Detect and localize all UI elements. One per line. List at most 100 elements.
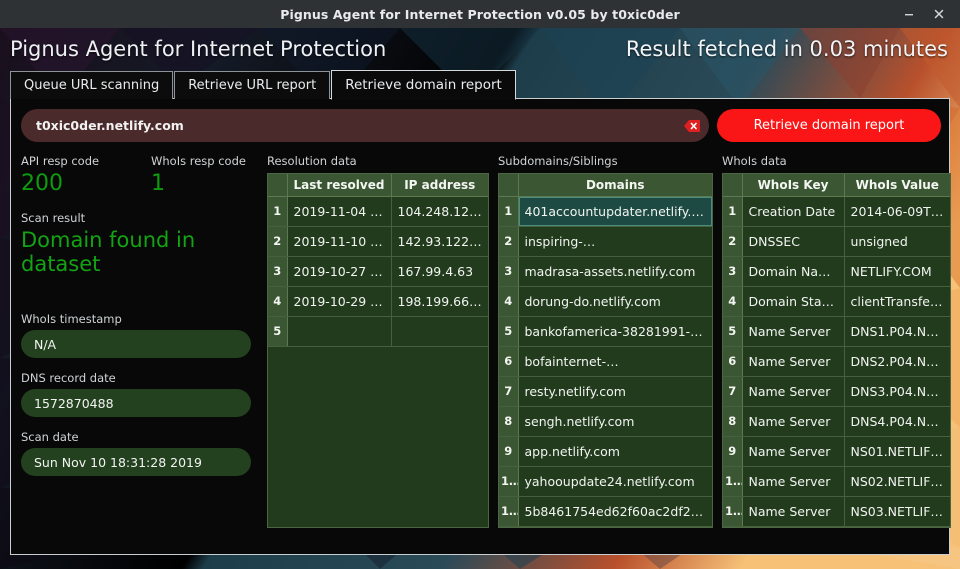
- row-index: 7: [499, 376, 519, 407]
- cell-ip-address[interactable]: 142.93.122.177: [391, 226, 488, 257]
- cell-whois-key[interactable]: Creation Date: [742, 196, 845, 227]
- subdomains-table-frame[interactable]: Domains 1 401accountupdater.netlify.com 2 i…: [498, 173, 713, 528]
- table-row[interactable]: 9 Name Server NS01.NETLIF…: [723, 436, 950, 467]
- table-row[interactable]: 8 Name Server DNS4.P04.NS…: [723, 406, 950, 437]
- table-row[interactable]: 7 Name Server DNS3.P04.NS…: [723, 376, 950, 407]
- table-row[interactable]: 2 2019-11-10 … 142.93.122.177: [268, 226, 488, 257]
- cell-last-resolved[interactable]: [287, 316, 392, 347]
- clear-tag-icon[interactable]: [683, 117, 701, 135]
- row-index: 2: [723, 226, 743, 257]
- column-header-domains[interactable]: Domains: [518, 174, 712, 197]
- table-row[interactable]: 6 Name Server DNS2.P04.NS…: [723, 346, 950, 377]
- table-row[interactable]: 7 resty.netlify.com: [499, 376, 712, 407]
- cell-whois-key[interactable]: Name Server: [742, 436, 845, 467]
- row-index: 5: [499, 316, 519, 347]
- column-header-whois-value[interactable]: WhoIs Value: [844, 174, 950, 197]
- whois-data-table-frame[interactable]: WhoIs Key WhoIs Value 1 Creation Date 2014…: [722, 173, 951, 528]
- row-index: 7: [723, 376, 743, 407]
- cell-ip-address[interactable]: [391, 316, 488, 347]
- cell-ip-address[interactable]: 198.199.66.189: [391, 286, 488, 317]
- table-row[interactable]: 10 Name Server NS02.NETLIF…: [723, 466, 950, 497]
- cell-domain[interactable]: sengh.netlify.com: [518, 406, 712, 437]
- cell-whois-key[interactable]: Name Server: [742, 376, 845, 407]
- api-resp-code-value: 200: [21, 171, 63, 196]
- tab-queue-url-scanning[interactable]: Queue URL scanning: [10, 71, 174, 99]
- cell-whois-key[interactable]: Name Server: [742, 496, 845, 527]
- cell-whois-value[interactable]: unsigned: [844, 226, 950, 257]
- table-row[interactable]: 2 DNSSEC unsigned: [723, 226, 950, 257]
- cell-whois-key[interactable]: DNSSEC: [742, 226, 845, 257]
- cell-domain[interactable]: bofainternet-…: [518, 346, 712, 377]
- cell-domain[interactable]: inspiring-…: [518, 226, 712, 257]
- domain-search-field[interactable]: [21, 109, 709, 142]
- table-row[interactable]: 6 bofainternet-…: [499, 346, 712, 377]
- table-row[interactable]: 5 Name Server DNS1.P04.NS…: [723, 316, 950, 347]
- search-input[interactable]: [36, 109, 683, 142]
- cell-whois-key[interactable]: Name Server: [742, 346, 845, 377]
- cell-ip-address[interactable]: 167.99.4.63: [391, 256, 488, 287]
- cell-last-resolved[interactable]: 2019-10-27 …: [287, 256, 392, 287]
- cell-whois-key[interactable]: Name Server: [742, 406, 845, 437]
- row-index: 5: [268, 316, 288, 347]
- column-header-whois-key[interactable]: WhoIs Key: [742, 174, 845, 197]
- table-row[interactable]: 5: [268, 316, 488, 347]
- cell-whois-key[interactable]: Domain Status: [742, 286, 845, 317]
- cell-last-resolved[interactable]: 2019-10-29 …: [287, 286, 392, 317]
- table-row[interactable]: 9 app.netlify.com: [499, 436, 712, 467]
- table-row[interactable]: 8 sengh.netlify.com: [499, 406, 712, 437]
- cell-last-resolved[interactable]: 2019-11-10 …: [287, 226, 392, 257]
- tab-bar: Queue URL scanning Retrieve URL report R…: [10, 70, 517, 100]
- row-index: 10: [723, 466, 743, 497]
- cell-whois-value[interactable]: DNS3.P04.NS…: [844, 376, 950, 407]
- table-row[interactable]: 12019-11-04 …104.248.120.187: [268, 196, 488, 227]
- cell-whois-value[interactable]: NS01.NETLIF…: [844, 436, 950, 467]
- tab-content-panel: Retrieve domain report API resp code 200…: [10, 98, 951, 555]
- cell-whois-value[interactable]: DNS1.P04.NS…: [844, 316, 950, 347]
- tab-retrieve-domain-report[interactable]: Retrieve domain report: [331, 70, 516, 100]
- cell-domain[interactable]: bankofamerica-38281991-…: [518, 316, 712, 347]
- column-header-ip-address[interactable]: IP address: [391, 174, 488, 197]
- cell-domain[interactable]: yahooupdate24.netlify.com: [518, 466, 712, 497]
- table-row[interactable]: 11 5b8461754ed62f60ac2df201…: [499, 496, 712, 527]
- table-row[interactable]: 3 madrasa-assets.netlify.com: [499, 256, 712, 287]
- table-row[interactable]: 4 dorung-do.netlify.com: [499, 286, 712, 317]
- cell-whois-value[interactable]: DNS4.P04.NS…: [844, 406, 950, 437]
- table-row[interactable]: 1 401accountupdater.netlify.com: [499, 196, 712, 227]
- cell-last-resolved[interactable]: 2019-11-04 …: [287, 196, 392, 227]
- cell-domain[interactable]: resty.netlify.com: [518, 376, 712, 407]
- cell-domain[interactable]: app.netlify.com: [518, 436, 712, 467]
- cell-domain[interactable]: madrasa-assets.netlify.com: [518, 256, 712, 287]
- cell-domain[interactable]: 5b8461754ed62f60ac2df201…: [518, 496, 712, 527]
- close-icon[interactable]: [924, 0, 954, 28]
- table-row[interactable]: 10 yahooupdate24.netlify.com: [499, 466, 712, 497]
- cell-whois-value[interactable]: NS03.NETLIF…: [844, 496, 950, 527]
- cell-whois-key[interactable]: Name Server: [742, 316, 845, 347]
- table-row[interactable]: 3 Domain Name NETLIFY.COM: [723, 256, 950, 287]
- tab-retrieve-url-report[interactable]: Retrieve URL report: [174, 71, 331, 99]
- table-row[interactable]: 4 2019-10-29 … 198.199.66.189: [268, 286, 488, 317]
- response-codes-row: API resp code 200 WhoIs resp code 1: [21, 154, 261, 195]
- cell-whois-value[interactable]: NS02.NETLIF…: [844, 466, 950, 497]
- cell-whois-value[interactable]: NETLIFY.COM: [844, 256, 950, 287]
- cell-whois-key[interactable]: Name Server: [742, 466, 845, 497]
- cell-domain[interactable]: dorung-do.netlify.com: [518, 286, 712, 317]
- cell-whois-value[interactable]: 2014-06-09T1…: [844, 196, 950, 227]
- column-header-last-resolved[interactable]: Last resolved: [287, 174, 392, 197]
- minimize-icon[interactable]: [894, 0, 924, 28]
- table-row[interactable]: 4 Domain Status clientTransfer…: [723, 286, 950, 317]
- cell-whois-value[interactable]: clientTransfer…: [844, 286, 950, 317]
- resolution-data-table-frame[interactable]: Last resolved IP address 1 2019-11-04 … 10…: [267, 173, 489, 528]
- scan-result-value: Domain found in dataset: [21, 228, 196, 276]
- retrieve-domain-report-button[interactable]: Retrieve domain report: [717, 109, 941, 142]
- table-row[interactable]: 5 bankofamerica-38281991-…: [499, 316, 712, 347]
- cell-domain[interactable]: 401accountupdater.netlify.com: [518, 196, 712, 227]
- table-row[interactable]: 3 2019-10-27 … 167.99.4.63: [268, 256, 488, 287]
- cell-whois-key[interactable]: Domain Name: [742, 256, 845, 287]
- table-row[interactable]: 11 Name Server NS03.NETLIF…: [723, 496, 950, 527]
- row-index: 5: [723, 316, 743, 347]
- cell-whois-value[interactable]: DNS2.P04.NS…: [844, 346, 950, 377]
- cell-ip-address[interactable]: 104.248.120.187: [391, 196, 488, 227]
- row-index: 8: [499, 406, 519, 437]
- table-row[interactable]: 2 inspiring-…: [499, 226, 712, 257]
- table-row[interactable]: 1 Creation Date 2014-06-09T1…: [723, 196, 950, 227]
